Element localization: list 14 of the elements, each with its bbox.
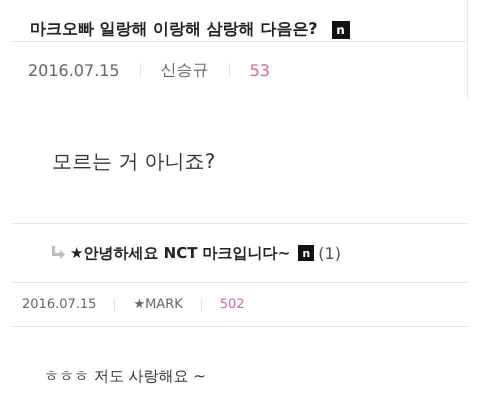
reply-title[interactable]: ★안녕하세요 NCT 마크입니다~	[70, 244, 290, 262]
reply-author: ★MARK	[133, 297, 183, 312]
comment-count: (1)	[318, 244, 341, 262]
view-count: 53	[250, 60, 270, 80]
reply-arrow-icon	[50, 246, 66, 260]
reply-body: ㅎㅎㅎ 저도 사랑해요 ~	[43, 366, 207, 386]
post-title: 마크오빠 일랑해 이랑해 삼랑해 다음은?	[30, 19, 318, 40]
post-body: 모르는 거 아니죠?	[12, 98, 468, 224]
new-badge: n	[298, 245, 314, 261]
post-date: 2016.07.15	[28, 60, 120, 80]
view-count: 502	[220, 297, 245, 312]
post-author: 신승규	[160, 60, 209, 80]
reply-date: 2016.07.15	[22, 297, 96, 312]
new-badge: n	[332, 20, 350, 38]
